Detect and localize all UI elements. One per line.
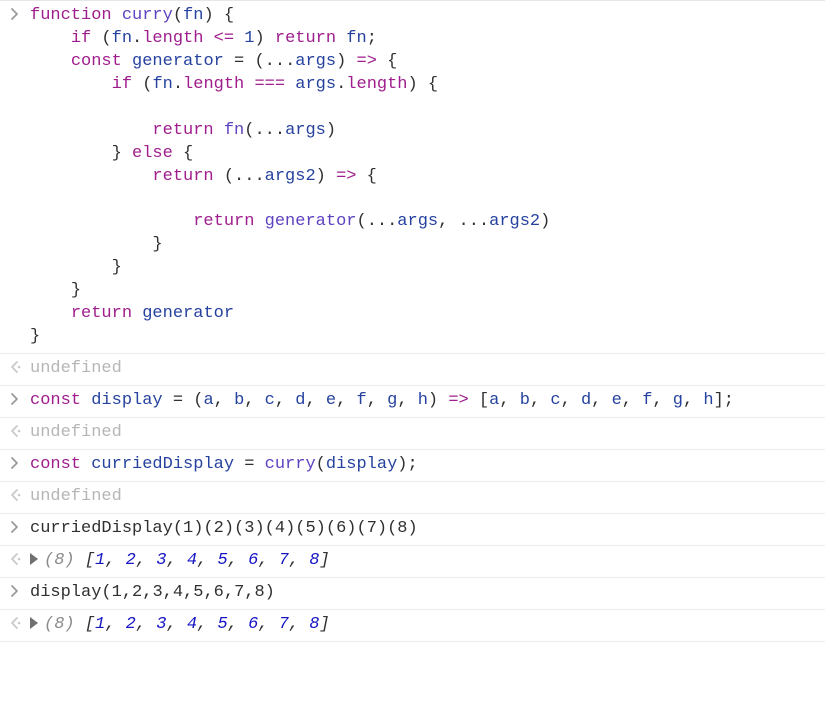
undefined-value: undefined xyxy=(30,423,122,442)
expand-icon[interactable] xyxy=(30,553,38,565)
array-item: 2 xyxy=(126,551,136,570)
array-item: 5 xyxy=(217,551,227,570)
result-icon xyxy=(4,358,26,374)
console-output-array[interactable]: (8) [1, 2, 3, 4, 5, 6, 7, 8] xyxy=(26,614,817,637)
prompt-icon xyxy=(4,390,26,406)
devtools-console[interactable]: function curry(fn) { if (fn.length <= 1)… xyxy=(0,0,825,642)
array-item: 8 xyxy=(309,615,319,634)
console-output: undefined xyxy=(26,358,817,381)
console-row: undefined xyxy=(0,482,825,514)
undefined-value: undefined xyxy=(30,487,122,506)
console-row: const curriedDisplay = curry(display); xyxy=(0,450,825,482)
console-row: curriedDisplay(1)(2)(3)(4)(5)(6)(7)(8) xyxy=(0,514,825,546)
array-item: 7 xyxy=(279,615,289,634)
array-item: 4 xyxy=(187,615,197,634)
undefined-value: undefined xyxy=(30,359,122,378)
result-icon xyxy=(4,614,26,630)
array-item: 5 xyxy=(217,615,227,634)
prompt-icon xyxy=(4,5,26,21)
result-icon xyxy=(4,422,26,438)
array-item: 3 xyxy=(156,551,166,570)
console-output-array[interactable]: (8) [1, 2, 3, 4, 5, 6, 7, 8] xyxy=(26,550,817,573)
expand-icon[interactable] xyxy=(30,617,38,629)
prompt-icon xyxy=(4,454,26,470)
array-item: 7 xyxy=(279,551,289,570)
result-icon xyxy=(4,486,26,502)
result-icon xyxy=(4,550,26,566)
array-item: 6 xyxy=(248,551,258,570)
console-output: undefined xyxy=(26,422,817,445)
console-row: undefined xyxy=(0,418,825,450)
console-row: undefined xyxy=(0,354,825,386)
array-item: 3 xyxy=(156,615,166,634)
array-length: (8) xyxy=(44,615,85,634)
console-input[interactable]: curriedDisplay(1)(2)(3)(4)(5)(6)(7)(8) xyxy=(26,518,817,541)
array-item: 2 xyxy=(126,615,136,634)
console-row: (8) [1, 2, 3, 4, 5, 6, 7, 8] xyxy=(0,546,825,578)
array-item: 4 xyxy=(187,551,197,570)
array-item: 6 xyxy=(248,615,258,634)
console-input[interactable]: function curry(fn) { if (fn.length <= 1)… xyxy=(26,5,817,349)
prompt-icon xyxy=(4,518,26,534)
array-item: 1 xyxy=(95,551,105,570)
console-input[interactable]: const display = (a, b, c, d, e, f, g, h)… xyxy=(26,390,817,413)
console-input[interactable]: display(1,2,3,4,5,6,7,8) xyxy=(26,582,817,605)
console-input[interactable]: const curriedDisplay = curry(display); xyxy=(26,454,817,477)
console-row: const display = (a, b, c, d, e, f, g, h)… xyxy=(0,386,825,418)
console-row: (8) [1, 2, 3, 4, 5, 6, 7, 8] xyxy=(0,610,825,642)
prompt-icon xyxy=(4,582,26,598)
array-item: 8 xyxy=(309,551,319,570)
console-output: undefined xyxy=(26,486,817,509)
console-row: display(1,2,3,4,5,6,7,8) xyxy=(0,578,825,610)
console-row: function curry(fn) { if (fn.length <= 1)… xyxy=(0,1,825,354)
array-length: (8) xyxy=(44,551,85,570)
array-item: 1 xyxy=(95,615,105,634)
